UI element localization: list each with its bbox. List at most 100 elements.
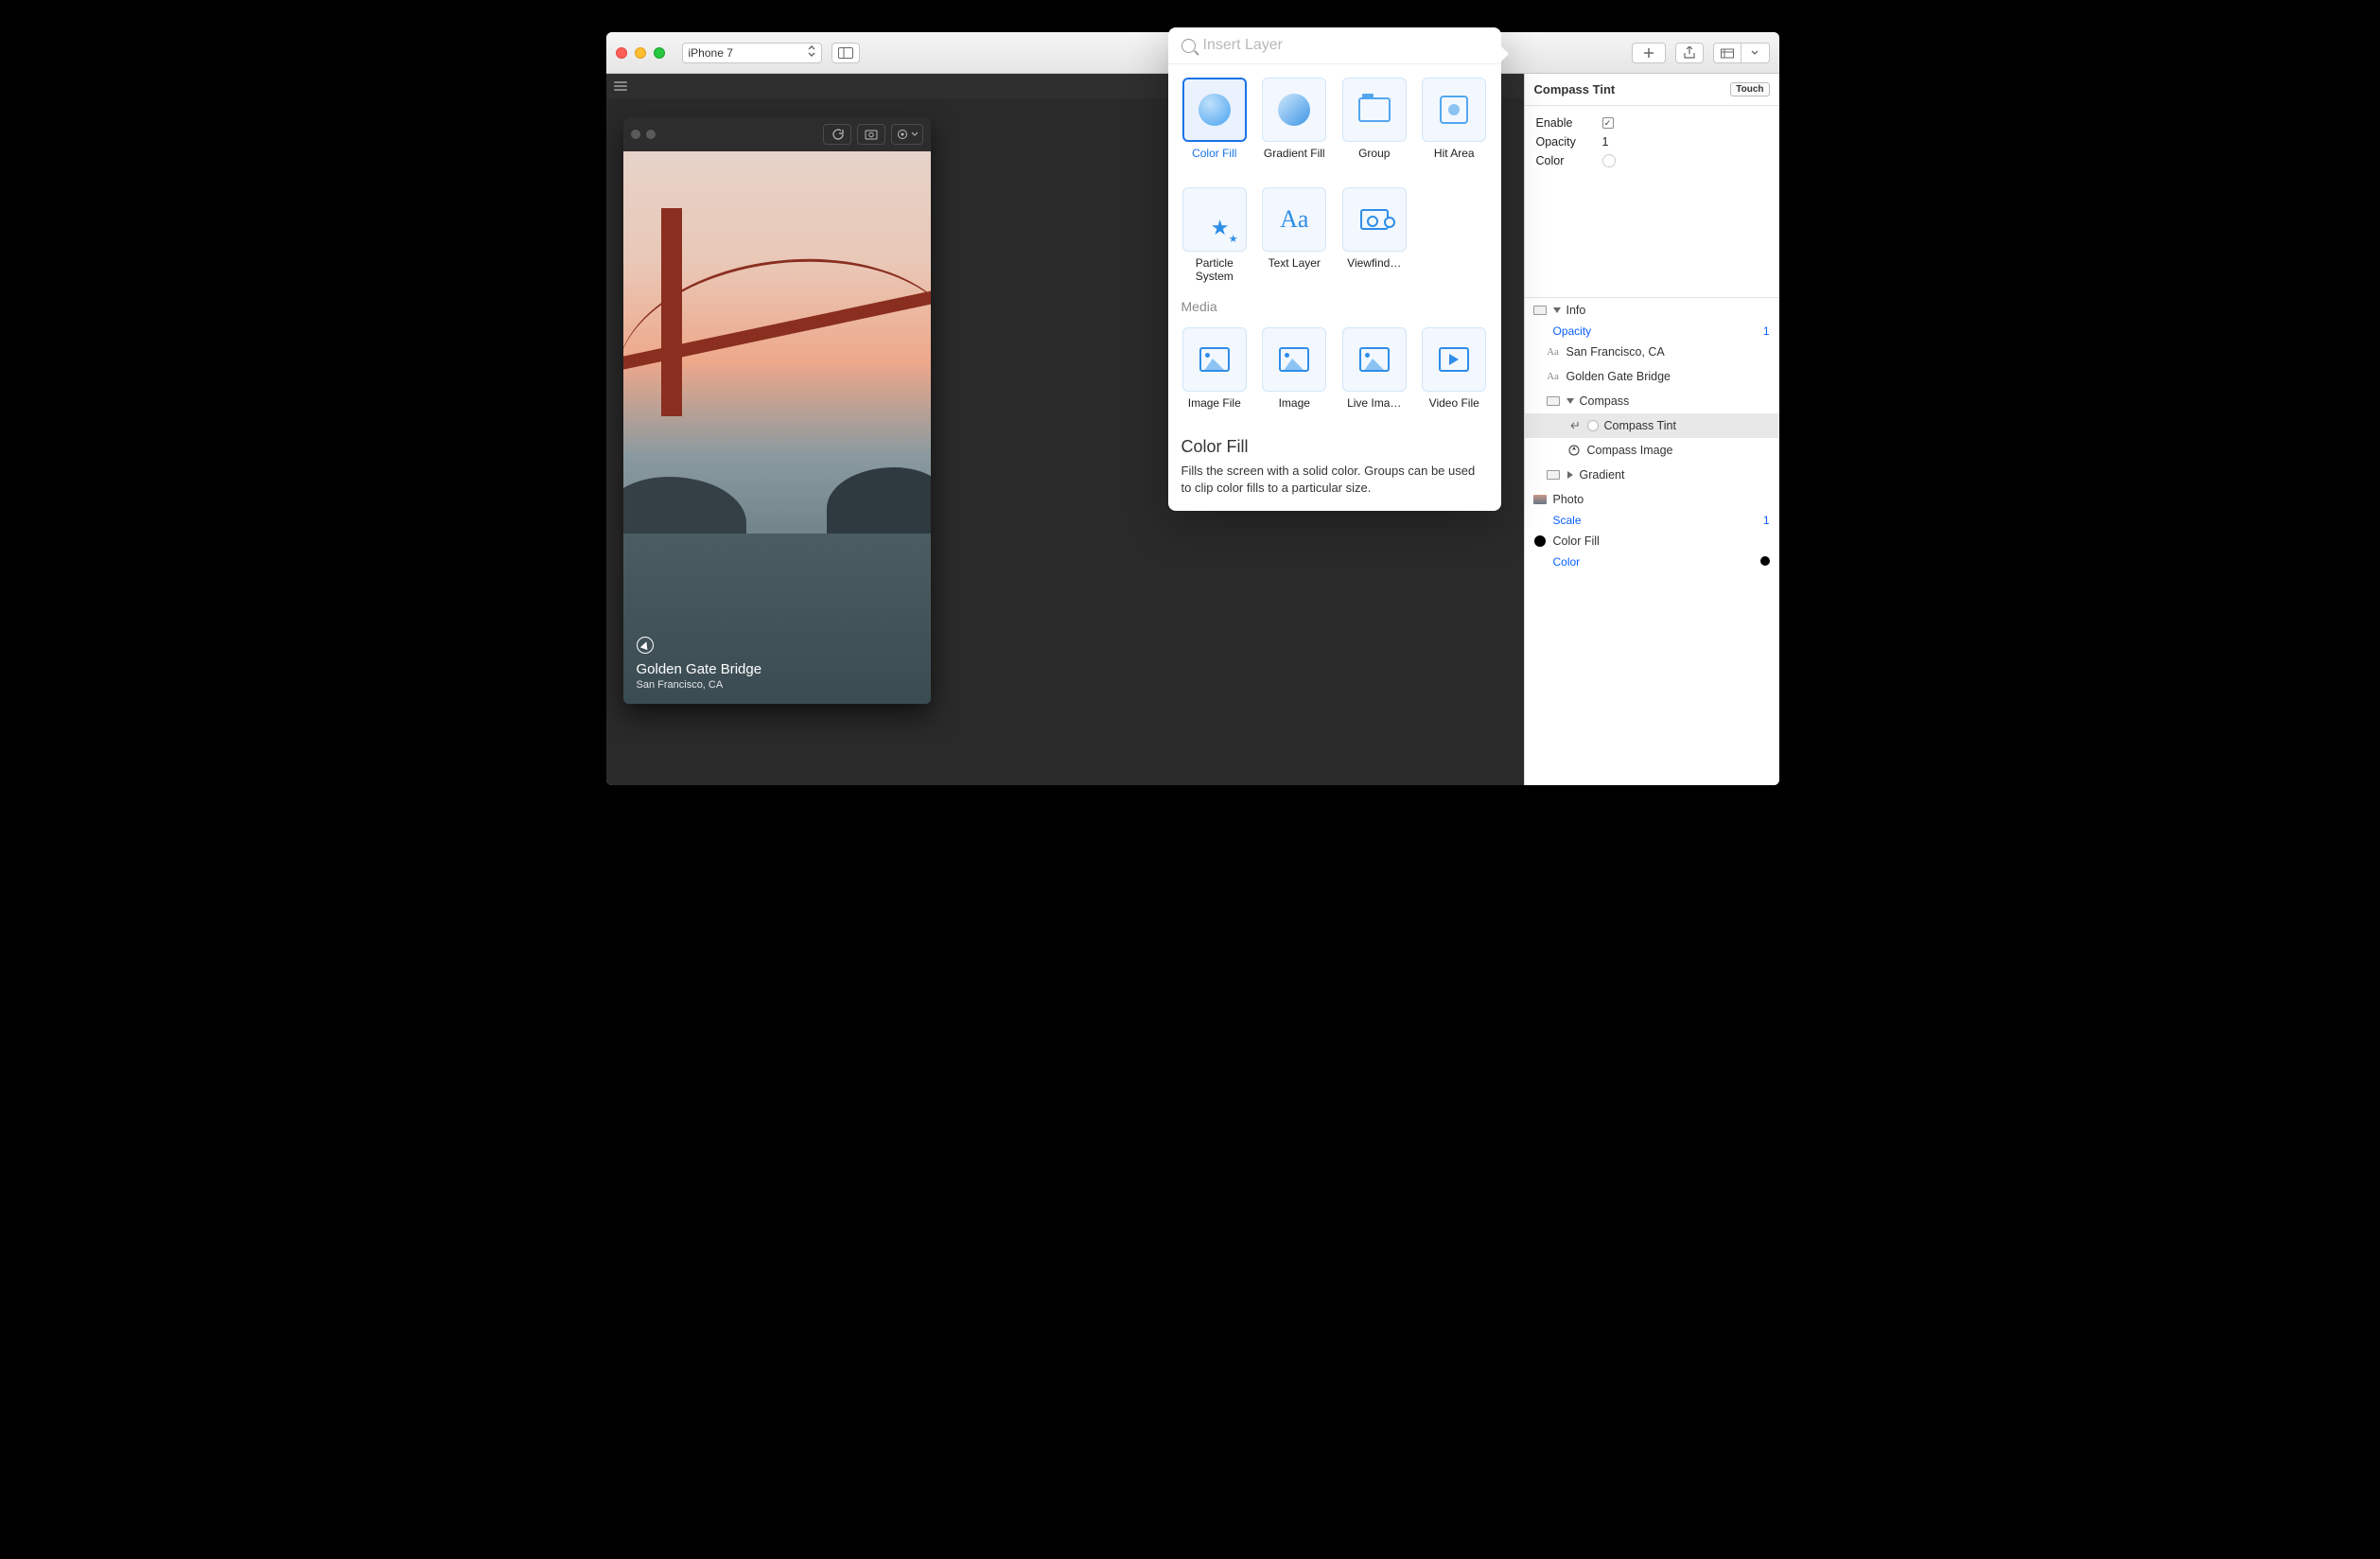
inspector-title: Compass Tint bbox=[1534, 82, 1616, 96]
insert-tile-image[interactable]: Image bbox=[1261, 327, 1328, 424]
hit-area-icon bbox=[1422, 78, 1486, 142]
compass-image-icon bbox=[1566, 444, 1582, 457]
folder-icon bbox=[1547, 470, 1560, 480]
chevron-right-icon[interactable] bbox=[1567, 471, 1573, 479]
insert-tile-video-file[interactable]: Video File bbox=[1421, 327, 1488, 424]
color-swatch-icon bbox=[1760, 556, 1770, 566]
particle-system-icon bbox=[1182, 187, 1247, 252]
image-icon bbox=[1262, 327, 1326, 392]
preview-title: Golden Gate Bridge bbox=[637, 661, 762, 677]
color-swatch[interactable] bbox=[1602, 154, 1616, 167]
return-icon bbox=[1566, 419, 1582, 432]
insert-tile-label: Gradient Fill bbox=[1264, 148, 1325, 174]
layer-photo[interactable]: Photo bbox=[1525, 487, 1779, 512]
compass-icon bbox=[637, 637, 654, 654]
window-controls bbox=[616, 47, 665, 59]
text-layer-icon: Aa bbox=[1262, 187, 1326, 252]
search-icon bbox=[1181, 39, 1196, 53]
device-selector-label: iPhone 7 bbox=[689, 46, 733, 60]
inspector-header: Compass Tint Touch bbox=[1525, 74, 1779, 106]
preview-rotate-button[interactable] bbox=[823, 124, 851, 145]
layer-compass-image[interactable]: Compass Image bbox=[1525, 438, 1779, 463]
insert-tile-label: Image bbox=[1279, 397, 1310, 424]
insert-search bbox=[1168, 27, 1501, 64]
insert-tile-live-image[interactable]: Live Ima… bbox=[1341, 327, 1409, 424]
chevron-down-icon[interactable] bbox=[1566, 398, 1574, 404]
text-icon: Aa bbox=[1546, 345, 1561, 359]
gradient-fill-icon bbox=[1262, 78, 1326, 142]
layer-colorfill-color[interactable]: Color bbox=[1525, 553, 1779, 570]
insert-tile-label: Image File bbox=[1188, 397, 1241, 424]
insert-tile-image-file[interactable]: Image File bbox=[1181, 327, 1249, 424]
layers-panel: Info Opacity 1 Aa San Francisco, CA Aa G… bbox=[1525, 297, 1779, 570]
insert-tile-viewfinder[interactable]: Viewfind… bbox=[1341, 187, 1409, 284]
tint-swatch-icon bbox=[1587, 420, 1599, 431]
insert-tile-label: Color Fill bbox=[1192, 148, 1236, 174]
insert-tile-label: Group bbox=[1358, 148, 1390, 174]
viewfinder-icon bbox=[1342, 187, 1407, 252]
insert-detail: Color Fill Fills the screen with a solid… bbox=[1168, 428, 1501, 511]
preview-subtitle: San Francisco, CA bbox=[637, 679, 762, 691]
preview-window-controls bbox=[631, 130, 656, 139]
add-layer-button[interactable] bbox=[1632, 43, 1666, 63]
layer-compass[interactable]: Compass bbox=[1525, 389, 1779, 413]
insert-tile-label: Hit Area bbox=[1434, 148, 1475, 174]
insert-search-input[interactable] bbox=[1203, 37, 1488, 54]
hamburger-icon[interactable] bbox=[614, 81, 627, 91]
touch-button[interactable]: Touch bbox=[1730, 82, 1769, 96]
insert-detail-body: Fills the screen with a solid color. Gro… bbox=[1181, 463, 1488, 496]
close-window-button[interactable] bbox=[616, 47, 627, 59]
insert-tile-label: Live Ima… bbox=[1347, 397, 1401, 424]
enable-checkbox[interactable] bbox=[1602, 117, 1614, 129]
insert-tile-label: Video File bbox=[1429, 397, 1479, 424]
layer-info[interactable]: Info bbox=[1525, 298, 1779, 323]
layer-info-opacity[interactable]: Opacity 1 bbox=[1525, 323, 1779, 340]
layer-colorfill[interactable]: Color Fill bbox=[1525, 529, 1779, 553]
view-mode-dropdown-button[interactable] bbox=[1741, 43, 1770, 63]
inspector-panel: Compass Tint Touch Enable Opacity 1 Colo… bbox=[1524, 74, 1779, 785]
insert-tile-color-fill[interactable]: Color Fill bbox=[1181, 78, 1249, 174]
live-image-icon bbox=[1342, 327, 1407, 392]
insert-tile-hit-area[interactable]: Hit Area bbox=[1421, 78, 1488, 174]
preview-toolbar bbox=[623, 117, 931, 151]
chevron-up-down-icon bbox=[808, 45, 815, 60]
insert-detail-title: Color Fill bbox=[1181, 437, 1488, 457]
device-selector[interactable]: iPhone 7 bbox=[682, 43, 822, 63]
share-button[interactable] bbox=[1675, 43, 1704, 63]
layer-info-label: Info bbox=[1566, 304, 1586, 317]
preview-content: Golden Gate Bridge San Francisco, CA bbox=[623, 151, 931, 704]
preview-settings-button[interactable] bbox=[891, 124, 923, 145]
opacity-value[interactable]: 1 bbox=[1602, 135, 1609, 149]
device-preview: Golden Gate Bridge San Francisco, CA bbox=[623, 117, 931, 704]
zoom-window-button[interactable] bbox=[654, 47, 665, 59]
chevron-down-icon[interactable] bbox=[1553, 307, 1561, 313]
group-icon bbox=[1342, 78, 1407, 142]
layer-compass-tint[interactable]: Compass Tint bbox=[1525, 413, 1779, 438]
layer-ggb[interactable]: Aa Golden Gate Bridge bbox=[1525, 364, 1779, 389]
insert-tile-label: Particle System bbox=[1181, 257, 1249, 284]
minimize-window-button[interactable] bbox=[635, 47, 646, 59]
insert-tile-label: Text Layer bbox=[1269, 257, 1321, 284]
colorfill-swatch-icon bbox=[1534, 535, 1546, 547]
opacity-label: Opacity bbox=[1536, 135, 1602, 149]
color-fill-icon bbox=[1182, 78, 1247, 142]
view-mode-segmented bbox=[1713, 43, 1770, 63]
video-file-icon bbox=[1422, 327, 1486, 392]
insert-layer-popover: Color Fill Gradient Fill Group Hit Area Part… bbox=[1168, 27, 1501, 511]
insert-tile-text-layer[interactable]: Aa Text Layer bbox=[1261, 187, 1328, 284]
media-section-title: Media bbox=[1168, 288, 1501, 314]
color-label: Color bbox=[1536, 154, 1602, 167]
panels-toggle-button[interactable] bbox=[831, 43, 860, 63]
layer-sf[interactable]: Aa San Francisco, CA bbox=[1525, 340, 1779, 364]
insert-tile-group[interactable]: Group bbox=[1341, 78, 1409, 174]
insert-tile-particle-system[interactable]: Particle System bbox=[1181, 187, 1249, 284]
folder-icon bbox=[1533, 306, 1547, 315]
enable-label: Enable bbox=[1536, 116, 1602, 130]
preview-camera-button[interactable] bbox=[857, 124, 885, 145]
layer-photo-scale[interactable]: Scale 1 bbox=[1525, 512, 1779, 529]
view-mode-library-button[interactable] bbox=[1713, 43, 1741, 63]
layer-gradient[interactable]: Gradient bbox=[1525, 463, 1779, 487]
insert-tile-gradient-fill[interactable]: Gradient Fill bbox=[1261, 78, 1328, 174]
inspector-properties: Enable Opacity 1 Color bbox=[1525, 106, 1779, 174]
image-file-icon bbox=[1182, 327, 1247, 392]
